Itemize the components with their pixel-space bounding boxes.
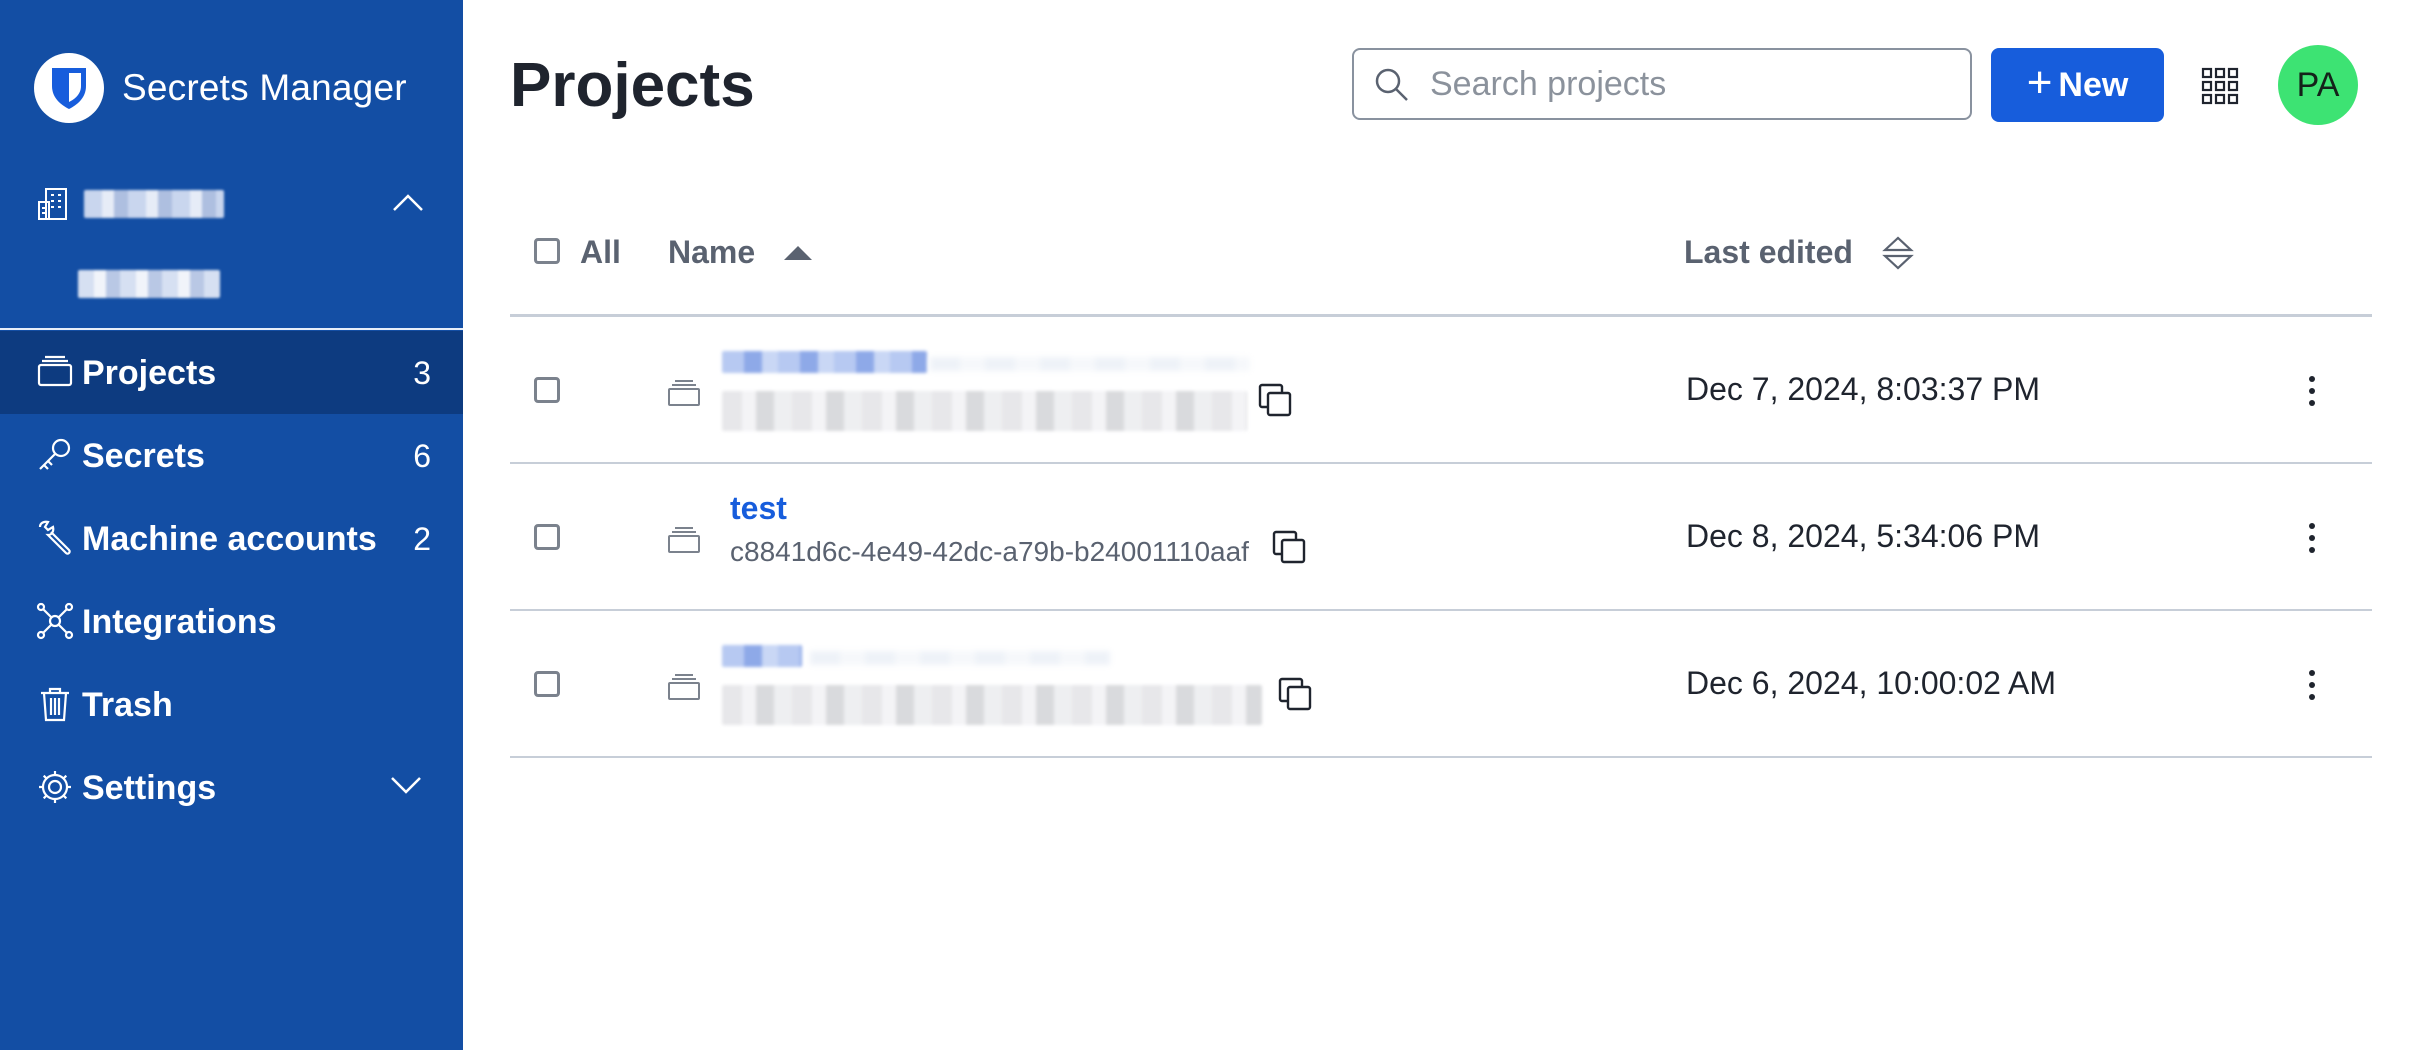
brand[interactable]: Secrets Manager: [34, 52, 407, 124]
last-edited-value: Dec 7, 2024, 8:03:37 PM: [1686, 371, 2040, 407]
sidebar-item-machine-accounts[interactable]: Machine accounts 2: [0, 497, 463, 580]
sidebar-item-projects[interactable]: Projects 3: [0, 331, 463, 414]
app-name: Secrets Manager: [122, 67, 407, 108]
sidebar-item-integrations[interactable]: Integrations: [0, 580, 463, 663]
sidebar-item-count: 6: [413, 438, 431, 474]
organization-sub-redacted[interactable]: [78, 270, 220, 298]
new-button-label: New: [2058, 65, 2129, 104]
chevron-up-icon[interactable]: [390, 188, 426, 218]
sidebar-item-label: Settings: [82, 769, 217, 807]
project-name-redacted[interactable]: [722, 645, 802, 667]
project-name-redacted-tail: [930, 357, 1250, 371]
sidebar-item-label: Machine accounts: [82, 520, 377, 558]
sidebar-item-trash[interactable]: Trash: [0, 663, 463, 746]
last-edited-value: Dec 8, 2024, 5:34:06 PM: [1686, 518, 2040, 554]
organization-name-redacted: [84, 190, 224, 218]
bitwarden-shield-logo: [34, 53, 104, 123]
organization-switcher[interactable]: [36, 180, 436, 226]
table-row[interactable]: Dec 6, 2024, 10:00:02 AM: [510, 611, 2372, 758]
sidebar-item-label: Trash: [82, 686, 173, 724]
sidebar-item-secrets[interactable]: Secrets 6: [0, 414, 463, 497]
more-options-icon[interactable]: [2300, 520, 2324, 556]
sidebar-item-count: 2: [413, 521, 431, 557]
search-box[interactable]: [1352, 48, 1972, 120]
integrations-icon: [36, 602, 74, 640]
search-icon: [1375, 68, 1408, 101]
page-title: Projects: [510, 51, 755, 120]
select-all-label[interactable]: All: [580, 234, 621, 271]
copy-icon[interactable]: [1258, 383, 1292, 417]
sidebar-item-label: Integrations: [82, 603, 277, 641]
sidebar-item-label: Projects: [82, 354, 217, 392]
last-edited-value: Dec 6, 2024, 10:00:02 AM: [1686, 665, 2057, 701]
sidebar: Secrets Manager Projects 3 Secrets 6 Mac…: [0, 0, 463, 1050]
project-id-redacted: [722, 391, 1247, 431]
gear-icon: [39, 771, 71, 803]
project-id-redacted: [722, 685, 1262, 725]
project-id: c8841d6c-4e49-42dc-a79b-b24001110aaf: [730, 536, 1249, 567]
projects-icon: [37, 355, 73, 387]
project-icon: [668, 380, 700, 406]
sort-unsorted-icon[interactable]: [1882, 234, 1914, 272]
table-row[interactable]: test c8841d6c-4e49-42dc-a79b-b24001110aa…: [510, 464, 2372, 611]
project-name-redacted[interactable]: [722, 351, 927, 373]
row-checkbox[interactable]: [534, 671, 560, 697]
sidebar-nav: Projects 3 Secrets 6 Machine accounts 2: [0, 331, 463, 829]
project-icon: [668, 527, 700, 553]
copy-icon[interactable]: [1272, 530, 1306, 564]
key-icon: [39, 438, 71, 470]
name-column-header[interactable]: Name: [668, 234, 755, 271]
sidebar-item-label: Secrets: [82, 437, 205, 475]
project-name-link[interactable]: test: [730, 490, 787, 527]
copy-icon[interactable]: [1278, 677, 1312, 711]
table-row[interactable]: Dec 7, 2024, 8:03:37 PM: [510, 317, 2372, 464]
select-all-checkbox[interactable]: [534, 238, 560, 264]
organization-icon: [38, 188, 67, 220]
row-checkbox[interactable]: [534, 377, 560, 403]
wrench-icon: [38, 520, 71, 555]
plus-icon: +: [2026, 58, 2053, 107]
nav-divider: [0, 328, 463, 330]
table-header: All Name Last edited: [510, 220, 2372, 290]
product-switcher-icon[interactable]: [2200, 66, 2240, 106]
project-icon: [668, 674, 700, 700]
sort-ascending-icon[interactable]: [782, 242, 814, 262]
avatar[interactable]: PA: [2278, 45, 2358, 125]
last-edited-column-header[interactable]: Last edited: [1684, 234, 1853, 271]
new-button[interactable]: + New: [1991, 48, 2164, 122]
more-options-icon[interactable]: [2300, 667, 2324, 703]
search-input[interactable]: [1428, 63, 1952, 105]
trash-icon: [41, 687, 69, 722]
sidebar-item-count: 3: [413, 355, 431, 391]
chevron-down-icon: [391, 777, 421, 794]
sidebar-item-settings[interactable]: Settings: [0, 746, 463, 829]
row-checkbox[interactable]: [534, 524, 560, 550]
project-name-redacted-tail: [810, 651, 1110, 665]
more-options-icon[interactable]: [2300, 373, 2324, 409]
